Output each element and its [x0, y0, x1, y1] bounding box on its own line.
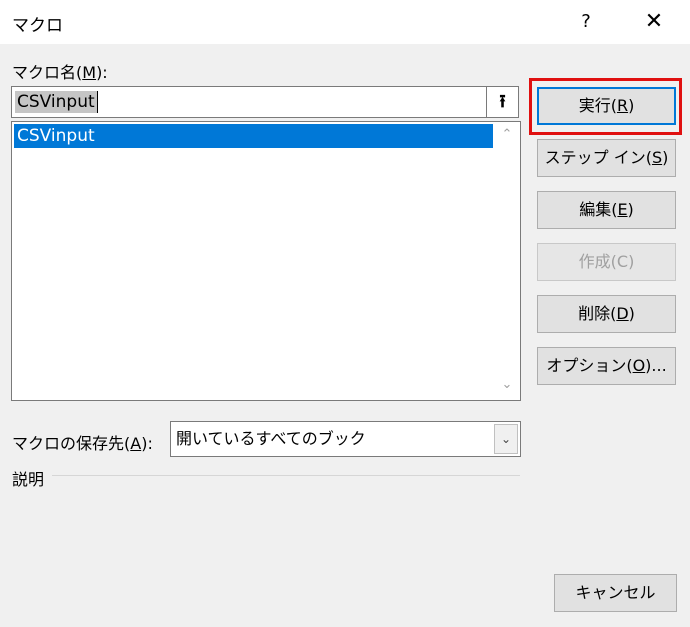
macro-location-label: マクロの保存先(A): — [12, 434, 153, 453]
list-scrollbar[interactable]: ⌃ ⌄ — [494, 122, 520, 400]
run-button[interactable]: 実行(R) — [537, 87, 676, 125]
macro-name-label: マクロ名(M): — [12, 63, 108, 82]
text-caret — [97, 91, 98, 113]
macro-dialog: マクロ ? ✕ マクロ名(M): CSVinput ⭱ CSVinput ⌃ ⌄… — [0, 0, 690, 627]
dropdown-button[interactable]: ⌄ — [494, 424, 518, 454]
close-icon: ✕ — [644, 9, 664, 34]
macro-name-value: CSVinput — [15, 91, 97, 113]
scroll-up-icon[interactable]: ⌃ — [500, 128, 514, 142]
edit-button[interactable]: 編集(E) — [537, 191, 676, 229]
macro-list[interactable]: CSVinput ⌃ ⌄ — [11, 121, 521, 401]
description-label: 説明 — [12, 470, 45, 489]
upload-arrow-icon: ⭱ — [499, 91, 506, 112]
options-button[interactable]: オプション(O)... — [537, 347, 676, 385]
list-item[interactable]: CSVinput — [14, 124, 493, 148]
macro-location-value: 開いているすべてのブック — [176, 429, 366, 448]
create-button: 作成(C) — [537, 243, 676, 281]
macro-name-input[interactable]: CSVinput — [11, 86, 487, 118]
description-divider — [52, 475, 520, 476]
dialog-title: マクロ — [12, 16, 63, 36]
delete-button[interactable]: 削除(D) — [537, 295, 676, 333]
cancel-button[interactable]: キャンセル — [554, 574, 677, 612]
macro-location-select[interactable]: 開いているすべてのブック ⌄ — [170, 421, 521, 457]
scroll-down-icon[interactable]: ⌄ — [500, 378, 514, 392]
chevron-down-icon: ⌄ — [500, 432, 512, 446]
step-in-button[interactable]: ステップ イン(S) — [537, 139, 676, 177]
collapse-button[interactable]: ⭱ — [487, 86, 519, 118]
help-button[interactable]: ? — [568, 4, 604, 40]
title-bar: マクロ ? ✕ — [0, 0, 690, 44]
close-button[interactable]: ✕ — [634, 4, 674, 40]
